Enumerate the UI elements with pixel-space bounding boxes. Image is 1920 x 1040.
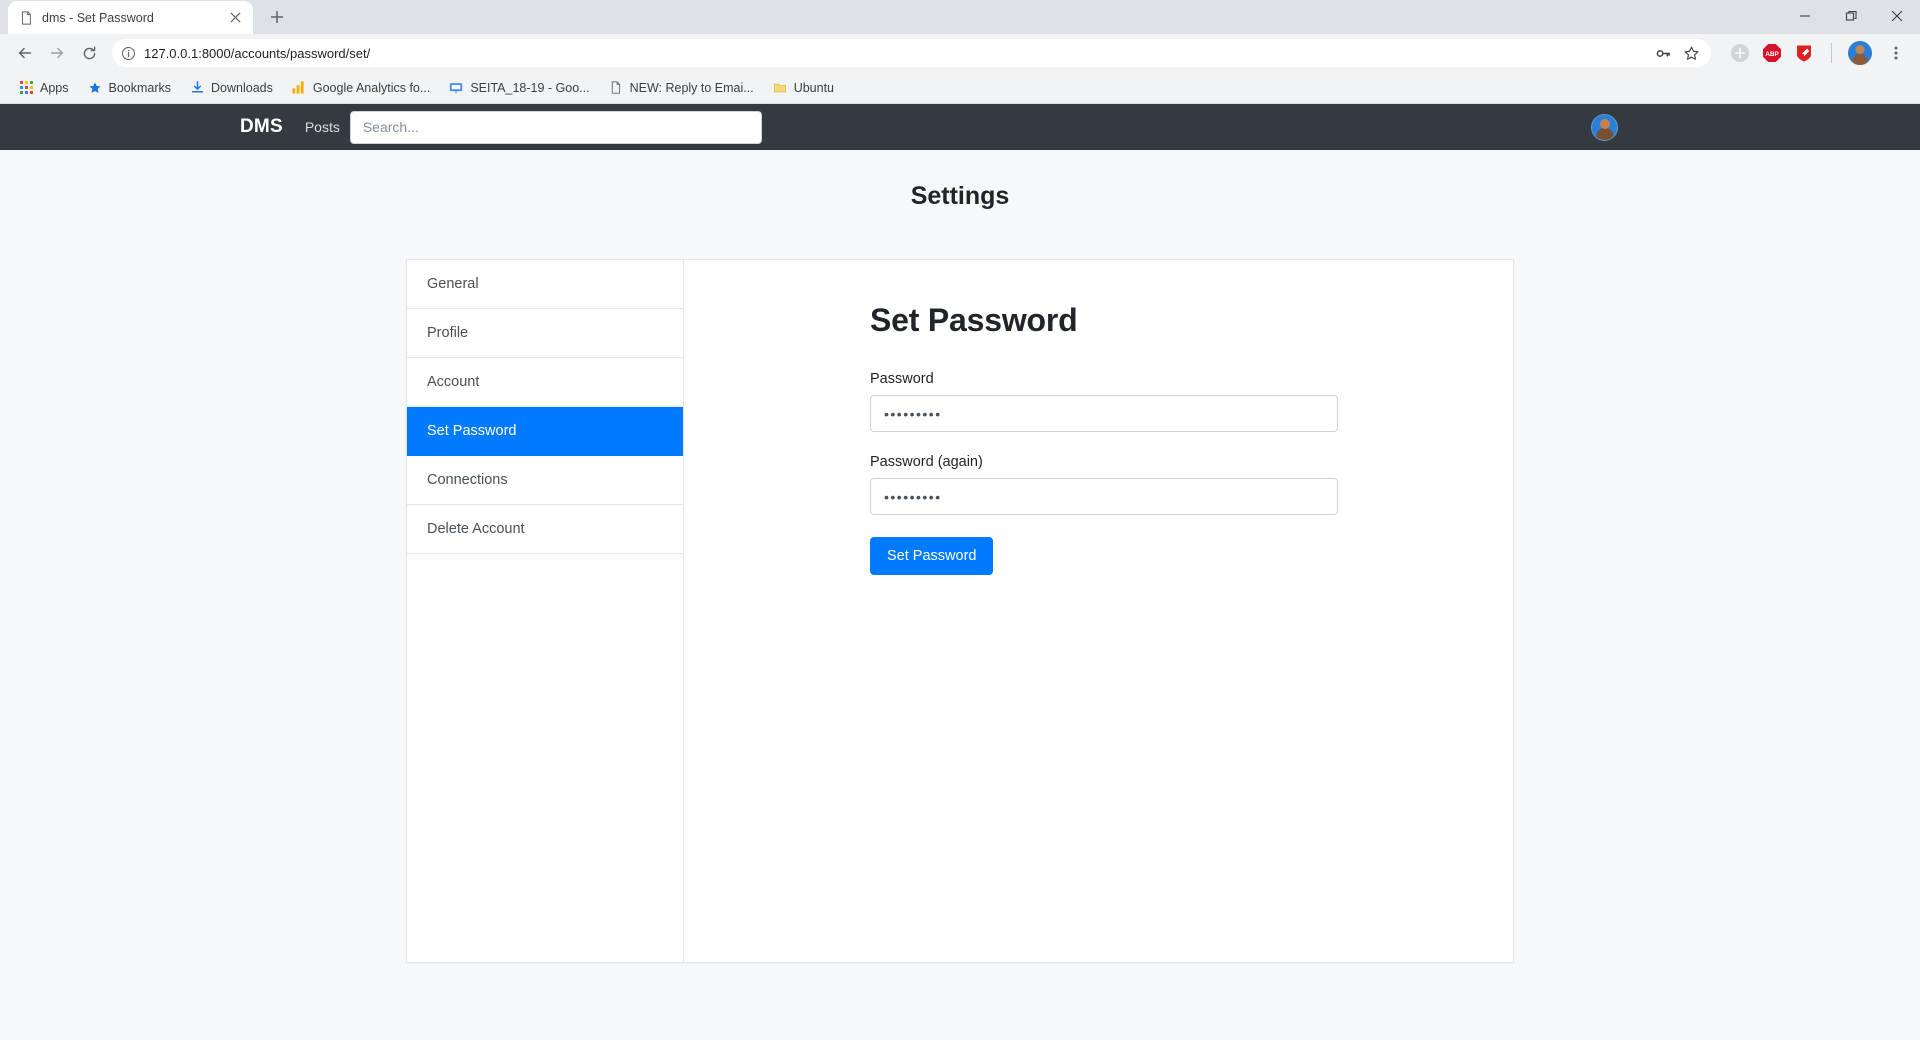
key-icon[interactable] xyxy=(1651,41,1675,65)
bookmark-apps[interactable]: Apps xyxy=(10,76,77,100)
browser-toolbar: 127.0.0.1:8000/accounts/password/set/ AB… xyxy=(0,34,1920,72)
close-icon[interactable] xyxy=(227,10,243,26)
page-viewport: DMS Posts Settings General Profile xyxy=(0,104,1920,1040)
settings-content: Set Password Password Password (again) S… xyxy=(684,260,1513,962)
page-title: Settings xyxy=(910,182,1010,210)
content-heading: Set Password xyxy=(870,302,1078,338)
browser-tab[interactable]: dms - Set Password xyxy=(8,1,253,34)
document-icon xyxy=(608,80,624,96)
page-icon xyxy=(18,10,34,26)
sidebar-item-delete-account[interactable]: Delete Account xyxy=(407,505,683,554)
toolbar-divider xyxy=(1831,43,1832,63)
password-field-group: Password xyxy=(870,371,1513,432)
search-input[interactable] xyxy=(362,119,749,135)
bookmark-label: Ubuntu xyxy=(793,80,835,95)
avatar-body xyxy=(1596,127,1613,140)
bookmark-label: Downloads xyxy=(211,80,273,95)
forward-arrow-icon[interactable] xyxy=(42,38,72,68)
app-navbar: DMS Posts xyxy=(0,104,1920,150)
red-shield-extension-icon[interactable] xyxy=(1793,42,1815,64)
password-input[interactable] xyxy=(870,395,1338,432)
new-tab-button[interactable] xyxy=(263,3,291,31)
grey-circle-extension-icon[interactable] xyxy=(1729,42,1751,64)
sidebar-item-general[interactable]: General xyxy=(407,260,683,309)
star-icon[interactable] xyxy=(1679,41,1703,65)
sidebar-item-label: Connections xyxy=(427,472,508,488)
bookmark-label: Bookmarks xyxy=(108,80,172,95)
address-bar-url: 127.0.0.1:8000/accounts/password/set/ xyxy=(144,45,371,61)
minimize-icon[interactable] xyxy=(1782,0,1828,32)
bookmark-label: Google Analytics fo... xyxy=(312,80,431,95)
nav-link-posts[interactable]: Posts xyxy=(305,119,340,135)
tab-strip: dms - Set Password xyxy=(0,0,1920,34)
settings-sidebar: General Profile Account Set Password Con… xyxy=(407,260,684,962)
adblock-plus-icon[interactable]: ABP xyxy=(1761,42,1783,64)
sidebar-item-connections[interactable]: Connections xyxy=(407,456,683,505)
info-circle-icon[interactable] xyxy=(120,45,136,61)
bookmark-label: NEW: Reply to Emai... xyxy=(629,80,754,95)
set-password-form: Password Password (again) Set Password xyxy=(870,371,1513,576)
bookmark-bookmarks[interactable]: Bookmarks xyxy=(79,76,180,100)
search-box[interactable] xyxy=(349,110,762,144)
bookmarks-bar: Apps Bookmarks Downloads Google Analytic… xyxy=(0,72,1920,104)
password-label: Password xyxy=(870,371,934,387)
navbar-inner: DMS Posts xyxy=(240,110,1680,144)
maximize-icon[interactable] xyxy=(1828,0,1874,32)
set-password-button[interactable]: Set Password xyxy=(870,537,994,576)
window-controls xyxy=(1782,0,1920,32)
sidebar-item-profile[interactable]: Profile xyxy=(407,309,683,358)
password-again-field-group: Password (again) xyxy=(870,454,1513,515)
password-again-label: Password (again) xyxy=(870,454,983,470)
apps-grid-icon xyxy=(18,80,34,96)
bookmark-ubuntu[interactable]: Ubuntu xyxy=(764,76,842,100)
profile-avatar[interactable] xyxy=(1848,41,1872,65)
extension-icons: ABP xyxy=(1719,39,1910,67)
svg-text:ABP: ABP xyxy=(1765,51,1779,58)
bookmark-seita[interactable]: SEITA_18-19 - Goo... xyxy=(440,76,597,100)
presentation-icon xyxy=(448,80,464,96)
analytics-bars-icon xyxy=(291,80,307,96)
brand-logo[interactable]: DMS xyxy=(240,116,283,138)
bookmark-downloads[interactable]: Downloads xyxy=(181,76,281,100)
sidebar-item-label: Delete Account xyxy=(427,521,525,537)
sidebar-item-set-password[interactable]: Set Password xyxy=(407,407,683,456)
sidebar-item-label: General xyxy=(427,276,479,292)
sidebar-item-label: Set Password xyxy=(427,423,517,439)
folder-icon xyxy=(772,80,788,96)
user-avatar[interactable] xyxy=(1591,113,1618,141)
three-dot-menu-icon[interactable] xyxy=(1882,39,1910,67)
download-icon xyxy=(189,80,205,96)
sidebar-item-label: Account xyxy=(427,374,480,390)
bookmark-google-analytics[interactable]: Google Analytics fo... xyxy=(283,76,438,100)
bookmark-label: Apps xyxy=(40,80,69,95)
address-bar[interactable]: 127.0.0.1:8000/accounts/password/set/ xyxy=(112,39,1711,67)
reload-icon[interactable] xyxy=(74,38,104,68)
avatar-head xyxy=(1599,118,1610,129)
sidebar-item-label: Profile xyxy=(427,325,469,341)
browser-window: dms - Set Password 127.0.0.1:8000/accoun… xyxy=(0,0,1920,1040)
star-icon xyxy=(87,80,103,96)
bookmark-new-reply[interactable]: NEW: Reply to Emai... xyxy=(600,76,762,100)
back-arrow-icon[interactable] xyxy=(10,38,40,68)
omnibox-actions xyxy=(1651,41,1703,65)
tab-title: dms - Set Password xyxy=(42,10,154,25)
bookmark-label: SEITA_18-19 - Goo... xyxy=(470,80,590,95)
password-again-input[interactable] xyxy=(870,478,1338,515)
close-icon[interactable] xyxy=(1874,0,1920,32)
settings-card: General Profile Account Set Password Con… xyxy=(406,259,1514,963)
sidebar-item-account[interactable]: Account xyxy=(407,358,683,407)
